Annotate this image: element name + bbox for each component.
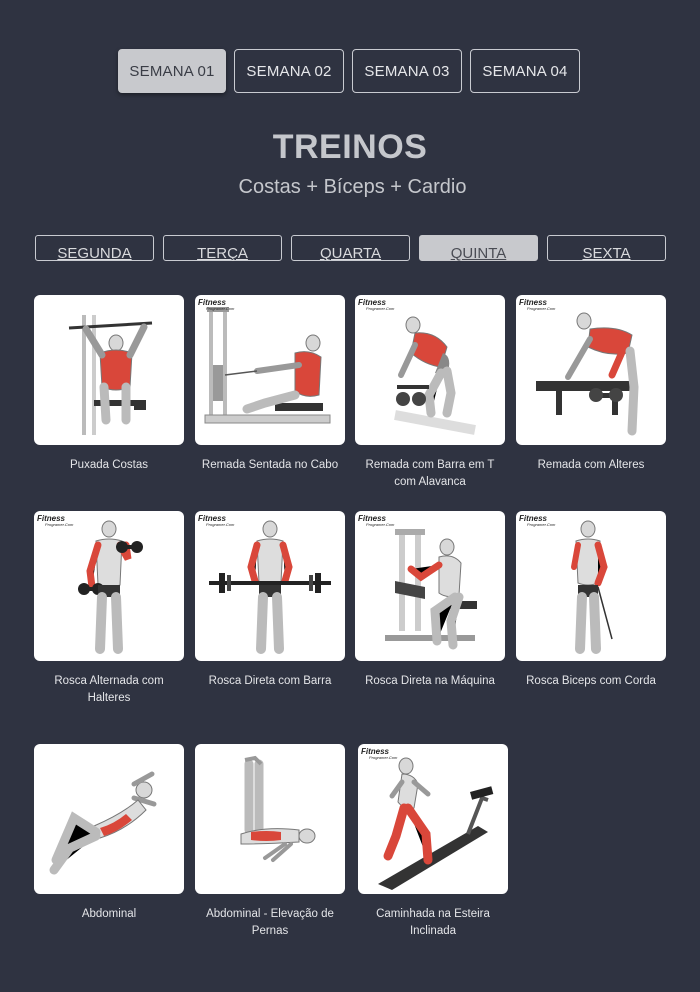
exercise-card[interactable]: Abdominal	[34, 744, 184, 923]
exercise-name: Puxada Costas	[70, 459, 148, 471]
exercise-name: Caminhada na Esteira Inclinada	[376, 908, 490, 937]
alternating-curl-icon	[78, 520, 143, 654]
page-title: TREINOS	[272, 128, 428, 166]
exercise-card[interactable]: Fitness Programer.Com Remada com Barra em…	[355, 295, 505, 491]
exercise-name: Remada Sentada no Cabo	[201, 459, 339, 471]
exercise-card[interactable]: Abdominal - Elevação de Pernas	[195, 744, 345, 940]
tab-segunda[interactable]: SEGUNDA	[35, 235, 154, 262]
fitness-logo: Fitness Programer.Com	[519, 298, 556, 311]
barbell-curl-icon	[209, 520, 331, 654]
tab-terca[interactable]: TERÇA	[163, 235, 282, 262]
exercise-name: Remada com Barra em T com Alavanca	[365, 459, 495, 488]
exercise-image	[34, 744, 184, 894]
exercise-image	[195, 744, 345, 894]
tab-quarta[interactable]: QUARTA	[291, 235, 410, 262]
exercise-image: Fitness Programer.Com	[355, 295, 505, 445]
seated-cable-row-icon	[204, 307, 331, 424]
fitness-logo: Fitness Programer.Com	[198, 514, 235, 527]
exercise-image: Fitness Programer.Com	[358, 744, 508, 894]
fitness-logo: Fitness Programer.Com	[198, 298, 235, 311]
tab-semana-01[interactable]: SEMANA 01	[118, 49, 226, 93]
exercise-name: Rosca Direta na Máquina	[365, 675, 495, 687]
exercise-image	[34, 295, 184, 445]
exercise-name: Rosca Direta com Barra	[208, 675, 332, 687]
tab-label: TERÇA	[197, 245, 248, 262]
tab-quinta[interactable]: QUINTA	[419, 235, 538, 262]
exercise-name: Remada com Alteres	[537, 459, 645, 471]
tab-label: SEGUNDA	[57, 245, 132, 262]
tab-label: QUINTA	[450, 245, 507, 262]
lat-pulldown-icon	[68, 315, 153, 435]
exercise-image: Fitness Programer.Com	[516, 511, 666, 661]
exercise-card[interactable]: Puxada Costas	[34, 295, 184, 474]
crunch-icon	[49, 771, 157, 875]
tab-semana-02[interactable]: SEMANA 02	[234, 49, 344, 93]
leg-raise-icon	[240, 755, 316, 862]
tab-sexta[interactable]: SEXTA	[547, 235, 666, 262]
exercise-card[interactable]: Fitness Programer.Com Rosca Alternada com…	[34, 511, 184, 707]
week-tabs: SEMANA 01 SEMANA 02 SEMANA 03 SEMANA 04	[118, 49, 580, 93]
exercise-card[interactable]: Fitness Programer.Com Rosca Direta na Máq…	[355, 511, 505, 690]
tab-semana-04[interactable]: SEMANA 04	[470, 49, 580, 93]
t-bar-row-icon	[394, 316, 476, 435]
exercise-image: Fitness Programer.Com	[195, 511, 345, 661]
fitness-logo: Fitness Programer.Com	[358, 298, 395, 311]
fitness-logo: Fitness Programer.Com	[519, 514, 556, 527]
fitness-logo: Fitness Programer.Com	[37, 514, 74, 527]
fitness-logo: Fitness Programer.Com	[361, 747, 398, 760]
machine-curl-icon	[385, 529, 477, 650]
day-tabs: SEGUNDA TERÇA QUARTA QUINTA SEXTA	[35, 235, 666, 262]
exercise-name: Rosca Alternada com Halteres	[54, 675, 164, 704]
exercise-image: Fitness Programer.Com	[516, 295, 666, 445]
exercise-name: Abdominal - Elevação de Pernas	[206, 908, 334, 937]
exercise-image: Fitness Programer.Com	[195, 295, 345, 445]
exercise-card[interactable]: Fitness Programer.Com Rosca Direta com Ba…	[195, 511, 345, 690]
exercise-name: Rosca Biceps com Corda	[526, 675, 656, 687]
tab-label: QUARTA	[319, 245, 382, 262]
dumbbell-row-icon	[536, 312, 639, 436]
tab-label: SEXTA	[582, 245, 631, 262]
treadmill-icon	[378, 757, 494, 890]
page-subtitle: Costas + Bíceps + Cardio	[238, 176, 467, 198]
exercise-image: Fitness Programer.Com	[355, 511, 505, 661]
exercise-card[interactable]: Fitness Programer.Com Remada Sentada no C…	[195, 295, 345, 474]
fitness-logo: Fitness Programer.Com	[358, 514, 395, 527]
rope-curl-icon	[571, 520, 613, 654]
exercise-card[interactable]: Fitness Programer.Com Caminhada na Esteir…	[358, 744, 508, 940]
exercise-image: Fitness Programer.Com	[34, 511, 184, 661]
tab-semana-03[interactable]: SEMANA 03	[352, 49, 462, 93]
exercise-name: Abdominal	[81, 908, 137, 920]
exercise-card[interactable]: Fitness Programer.Com Remada com Alteres	[516, 295, 666, 474]
exercise-card[interactable]: Fitness Programer.Com Rosca Biceps com Co…	[516, 511, 666, 690]
